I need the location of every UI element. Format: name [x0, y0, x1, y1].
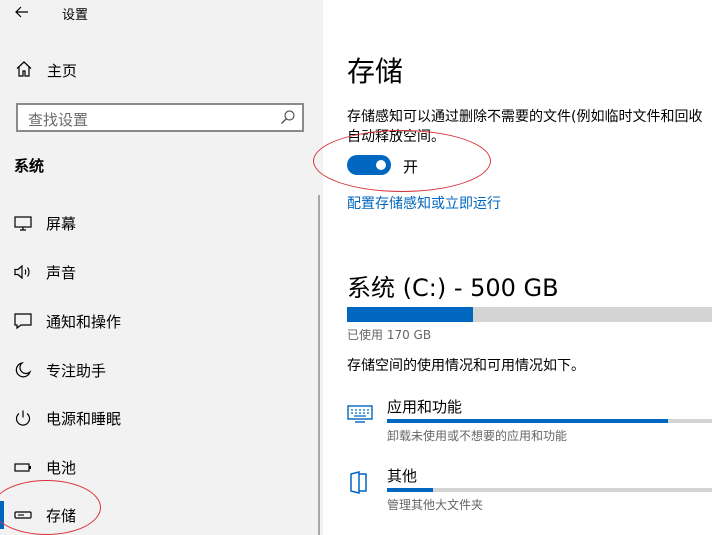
sidebar-item-display[interactable]: 屏幕	[0, 208, 318, 238]
sidebar-item-sound[interactable]: 声音	[0, 257, 318, 287]
sidebar-item-label: 声音	[46, 264, 77, 282]
search-placeholder: 查找设置	[28, 111, 89, 129]
sidebar-item-label: 通知和操作	[46, 313, 122, 331]
category-usage-fill	[387, 419, 668, 423]
drive-used-text: 已使用 170 GB	[347, 328, 432, 342]
moon-icon	[15, 361, 32, 378]
title-bar: 设置	[0, 0, 323, 26]
selection-indicator	[0, 501, 4, 529]
storage-sense-description: 存储感知可以通过删除不需要的文件(例如临时文件和回收	[347, 109, 703, 125]
category-name: 其他	[387, 467, 418, 485]
storage-icon	[14, 511, 32, 519]
page-title: 存储	[347, 55, 404, 88]
sidebar-item-notifications[interactable]: 通知和操作	[0, 306, 318, 336]
back-button[interactable]	[10, 0, 34, 24]
category-apps-features[interactable]: 应用和功能 卸载未使用或不想要的应用和功能	[347, 396, 712, 456]
search-icon[interactable]	[280, 109, 296, 125]
section-title: 系统	[14, 157, 45, 175]
configure-storage-sense-link[interactable]: 配置存储感知或立即运行	[347, 193, 501, 213]
sidebar-item-battery[interactable]: 电池	[0, 452, 318, 482]
search-input[interactable]: 查找设置	[16, 103, 304, 132]
sidebar-item-label: 电池	[46, 459, 77, 477]
storage-sense-description-continued: 自动释放空间。	[347, 129, 445, 145]
sidebar-item-label: 电源和睡眠	[46, 410, 122, 428]
power-icon	[15, 410, 31, 426]
sidebar-item-storage[interactable]: 存储	[0, 500, 318, 530]
notification-icon	[14, 313, 32, 330]
toggle-state-label: 开	[403, 158, 419, 176]
home-label: 主页	[47, 62, 78, 80]
drive-usage-fill	[347, 307, 473, 322]
drive-title: 系统 (C:) - 500 GB	[347, 274, 559, 302]
apps-keyboard-icon	[347, 405, 373, 423]
sidebar-item-label: 专注助手	[46, 362, 107, 380]
category-usage-fill	[387, 488, 434, 492]
category-usage-bar	[387, 488, 712, 492]
home-icon	[16, 61, 32, 77]
sidebar: 设置 主页 查找设置 系统 屏幕 声音 通知和操作 专注助手 电源和睡眠 电池 …	[0, 0, 323, 535]
sidebar-item-label: 屏幕	[46, 215, 77, 233]
drive-usage-bar	[347, 307, 712, 322]
sidebar-item-power-sleep[interactable]: 电源和睡眠	[0, 403, 318, 433]
category-description: 管理其他大文件夹	[387, 498, 484, 512]
battery-icon	[14, 463, 31, 472]
speaker-icon	[14, 264, 30, 280]
main-content: 存储 存储感知可以通过删除不需要的文件(例如临时文件和回收 自动释放空间。 开 …	[323, 0, 712, 535]
toggle-knob	[376, 160, 386, 170]
category-other[interactable]: 其他 管理其他大文件夹	[347, 465, 712, 525]
window-title: 设置	[62, 8, 89, 23]
category-usage-bar	[387, 419, 712, 423]
category-name: 应用和功能	[387, 398, 463, 416]
storage-sense-toggle[interactable]	[347, 155, 391, 175]
folder-icon	[350, 471, 367, 494]
usage-description: 存储空间的使用情况和可用情况如下。	[347, 358, 585, 374]
sidebar-item-home[interactable]: 主页	[0, 56, 323, 84]
sidebar-item-label: 存储	[46, 507, 77, 525]
monitor-icon	[14, 216, 32, 231]
sidebar-item-focus-assist[interactable]: 专注助手	[0, 355, 318, 385]
category-description: 卸载未使用或不想要的应用和功能	[387, 429, 568, 443]
back-arrow-icon	[15, 6, 28, 18]
sidebar-scrollbar[interactable]	[318, 195, 320, 535]
